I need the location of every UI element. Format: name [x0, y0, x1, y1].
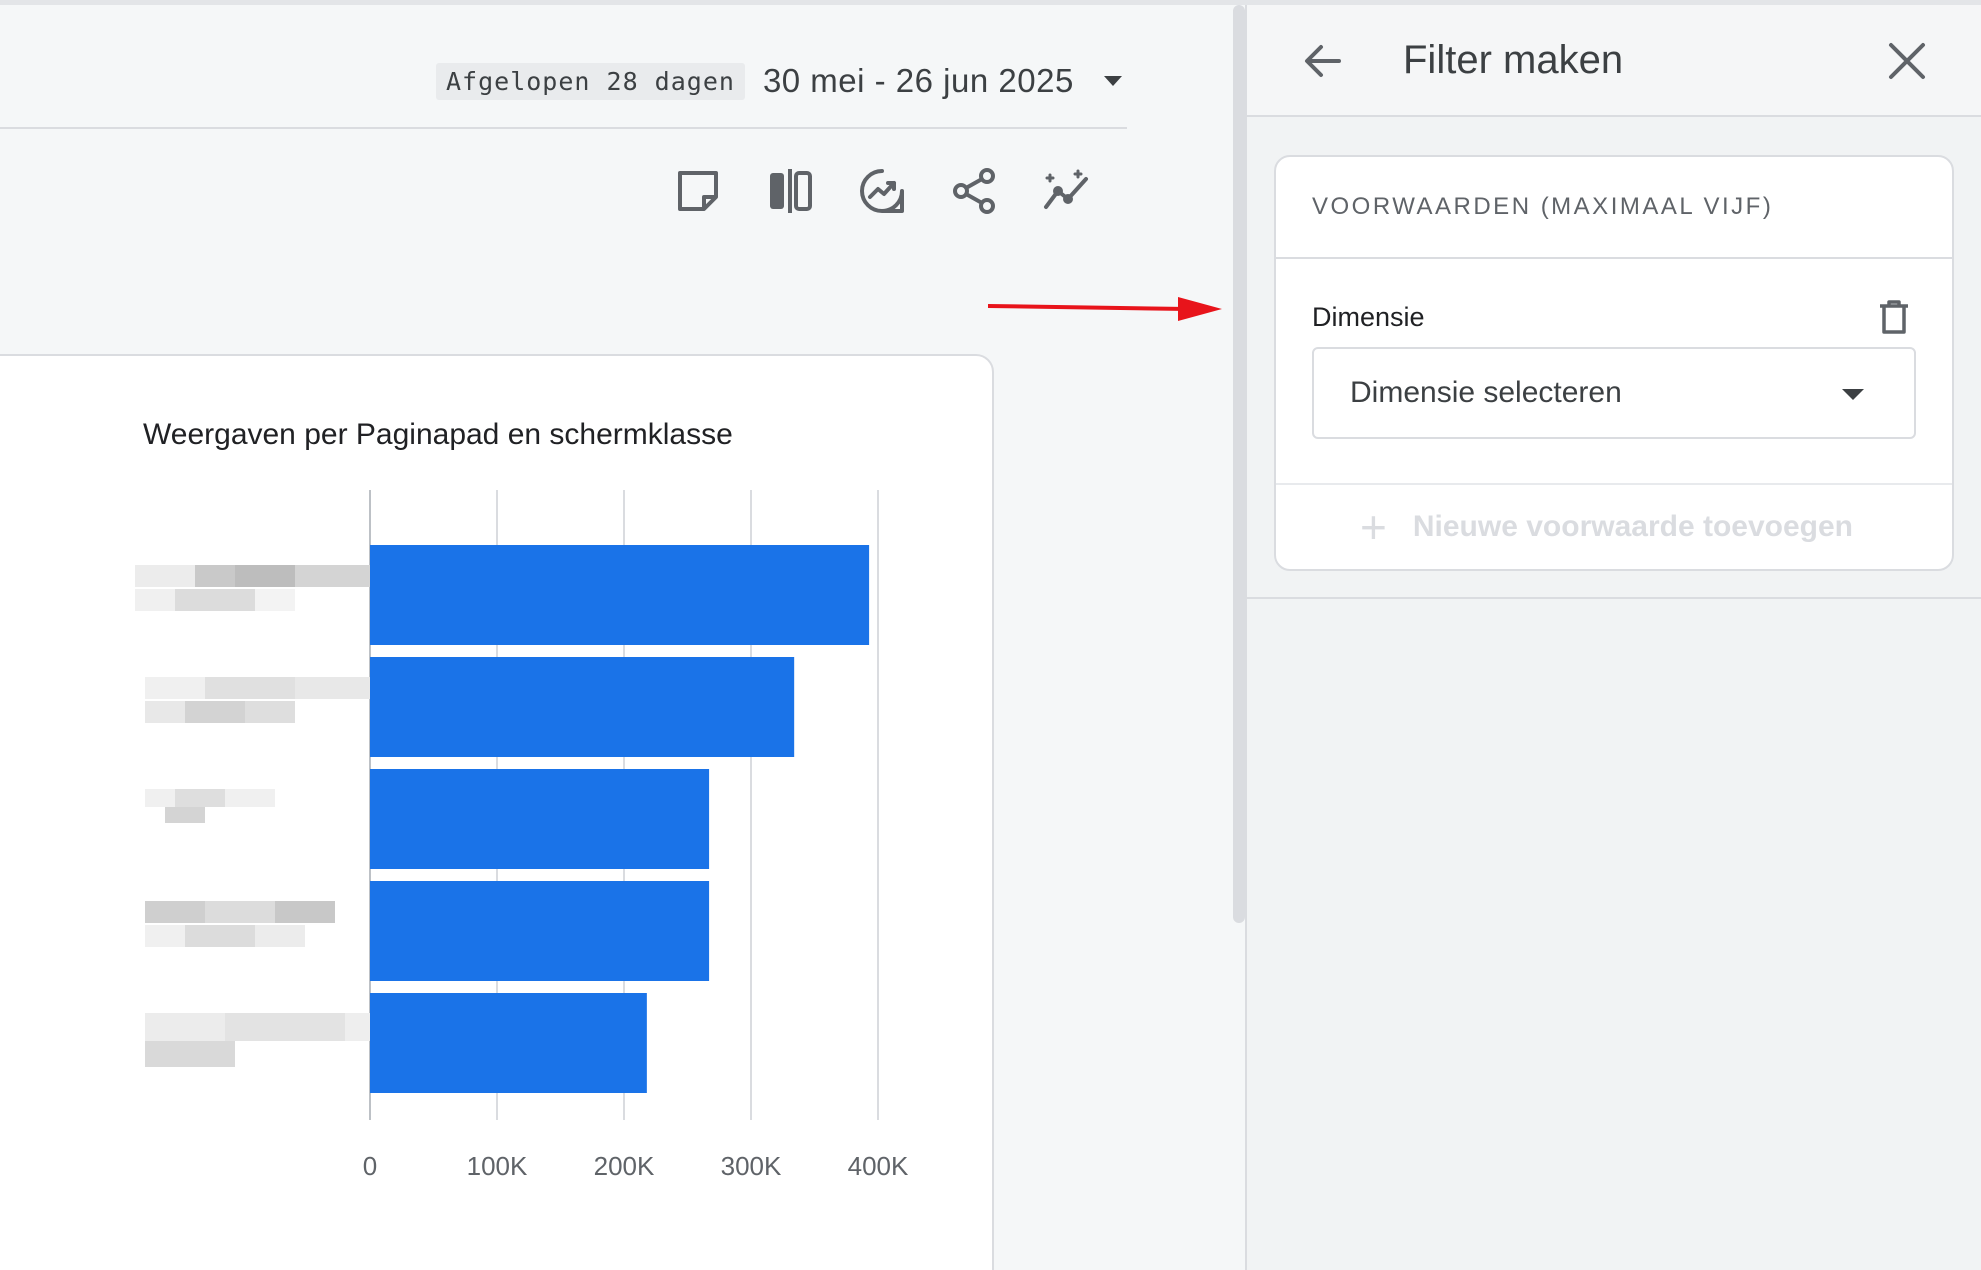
close-icon[interactable]: [1885, 39, 1929, 83]
anomaly-icon[interactable]: [1040, 165, 1092, 217]
category-label-redacted: [145, 901, 335, 947]
header-divider: [0, 127, 1127, 129]
insights-icon[interactable]: [856, 165, 908, 217]
compare-icon[interactable]: [764, 165, 816, 217]
x-tick-label: 100K: [467, 1151, 528, 1181]
note-icon[interactable]: [672, 165, 724, 217]
bar[interactable]: [370, 993, 647, 1093]
conditions-header: VOORWAARDEN (MAXIMAAL VIJF): [1276, 157, 1952, 259]
category-label-redacted: [145, 677, 395, 723]
x-tick-label: 400K: [848, 1151, 909, 1181]
plus-icon: +: [1360, 501, 1387, 553]
date-preset-label: Afgelopen 28 dagen: [436, 62, 745, 100]
share-icon[interactable]: [948, 165, 1000, 217]
panel-title: Filter maken: [1403, 38, 1624, 82]
bar[interactable]: [370, 769, 710, 869]
scrollbar[interactable]: [1233, 5, 1245, 923]
bar[interactable]: [370, 657, 795, 757]
category-label-redacted: [145, 789, 275, 823]
report-toolbar: [672, 165, 1092, 217]
back-arrow-icon[interactable]: [1299, 37, 1347, 85]
add-condition-button[interactable]: + Nieuwe voorwaarde toevoegen: [1276, 483, 1952, 569]
dimension-select-placeholder: Dimensie selecteren: [1350, 376, 1622, 409]
filter-panel: Filter maken VOORWAARDEN (MAXIMAAL VIJF)…: [1245, 5, 1981, 1270]
x-tick-label: 300K: [721, 1151, 782, 1181]
category-label-redacted: [135, 565, 395, 611]
date-range-value: 30 mei - 26 jun 2025: [762, 62, 1074, 99]
bar[interactable]: [370, 881, 710, 981]
dimension-label: Dimensie: [1312, 302, 1425, 332]
add-condition-label: Nieuwe voorwaarde toevoegen: [1412, 510, 1854, 543]
bar[interactable]: [370, 545, 870, 645]
dimension-select[interactable]: Dimensie selecteren: [1312, 347, 1916, 439]
panel-header: Filter maken: [1247, 5, 1981, 117]
trash-icon[interactable]: [1874, 297, 1914, 337]
category-label-redacted: [145, 1013, 385, 1067]
chevron-down-icon[interactable]: [1103, 76, 1122, 86]
chart-title: Weergaven per Paginapad en schermklasse: [143, 418, 733, 451]
panel-divider: [1247, 597, 1981, 599]
red-arrow-annotation: [988, 297, 1222, 321]
x-tick-label: 200K: [594, 1151, 655, 1181]
caret-down-icon: [1842, 389, 1864, 400]
date-range-selector[interactable]: Afgelopen 28 dagen 30 mei - 26 jun 2025: [436, 62, 1122, 100]
conditions-card: VOORWAARDEN (MAXIMAAL VIJF) Dimensie Dim…: [1274, 155, 1954, 571]
x-tick-label: 0: [363, 1151, 377, 1181]
bar-chart: 0 100K 200K 300K 400K: [135, 490, 909, 1181]
